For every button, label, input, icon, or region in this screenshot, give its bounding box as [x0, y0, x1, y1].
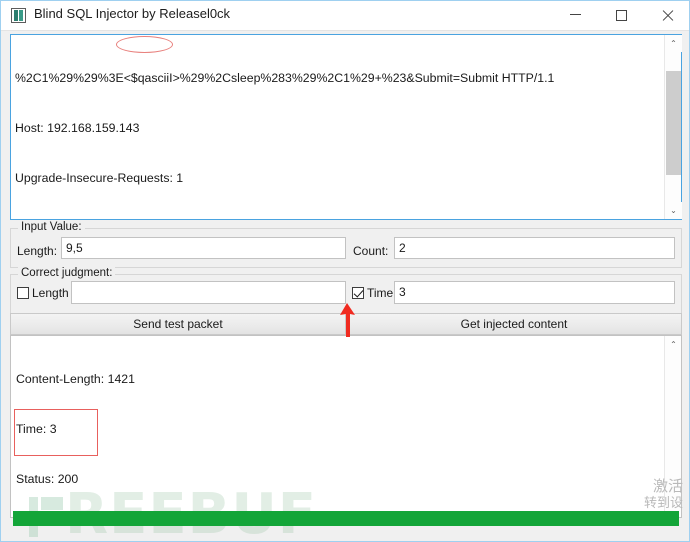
minimize-button[interactable] [552, 1, 598, 29]
judgment-time-input[interactable]: 3 [394, 281, 675, 304]
count-input[interactable]: 2 [394, 237, 675, 259]
count-label: Count: [353, 244, 389, 258]
close-button[interactable] [644, 1, 689, 29]
request-text[interactable]: %2C1%29%29%3E<$qasciiI>%29%2Csleep%283%2… [15, 37, 663, 217]
request-line: Host: 192.168.159.143 [15, 120, 140, 135]
scroll-up-icon[interactable]: ⌃ [665, 35, 682, 52]
send-test-packet-button[interactable]: Send test packet [10, 313, 346, 335]
length-input[interactable]: 9,5 [61, 237, 346, 259]
output-line: Time: 3 [16, 421, 57, 436]
output-textarea[interactable]: Content-Length: 1421 Time: 3 Status: 200… [10, 335, 682, 518]
scroll-up-icon[interactable]: ⌃ [665, 336, 681, 353]
request-line: Upgrade-Insecure-Requests: 1 [15, 170, 184, 185]
app-icon [11, 8, 26, 23]
close-icon [661, 9, 674, 22]
time-checkbox-label: Time [367, 286, 394, 300]
request-line: %2C1%29%29%3E<$qasciiI>%29%2Csleep%283%2… [15, 71, 555, 86]
minimize-icon [569, 14, 581, 15]
title-bar: Blind SQL Injector by Releasel0ck [1, 1, 689, 31]
output-line: Content-Length: 1421 [16, 372, 135, 387]
output-text: Content-Length: 1421 Time: 3 Status: 200… [16, 338, 646, 517]
get-injected-content-button[interactable]: Get injected content [346, 313, 682, 335]
length-checkbox[interactable] [17, 287, 29, 299]
time-checkbox[interactable] [352, 287, 364, 299]
app-window: Blind SQL Injector by Releasel0ck %2C1%2… [0, 0, 690, 542]
request-scrollbar-thumb[interactable] [666, 71, 681, 175]
output-scrollbar[interactable]: ⌃ [664, 336, 681, 517]
maximize-icon [615, 9, 627, 21]
request-scrollbar[interactable]: ⌃ ⌄ [664, 35, 682, 219]
maximize-button[interactable] [598, 1, 644, 29]
length-checkbox-label: Length [32, 286, 69, 300]
progress-bar-fill [13, 511, 679, 526]
window-title: Blind SQL Injector by Releasel0ck [34, 6, 231, 21]
correct-judgment-group-title: Correct judgment: [18, 267, 116, 279]
request-textarea[interactable]: %2C1%29%29%3E<$qasciiI>%29%2Csleep%283%2… [10, 34, 682, 220]
output-line: Status: 200 [16, 471, 79, 486]
input-value-group-title: Input Value: [18, 221, 85, 233]
judgment-length-input[interactable] [71, 281, 346, 304]
length-label: Length: [17, 244, 58, 258]
progress-bar [13, 511, 679, 526]
scroll-down-icon[interactable]: ⌄ [665, 202, 682, 219]
